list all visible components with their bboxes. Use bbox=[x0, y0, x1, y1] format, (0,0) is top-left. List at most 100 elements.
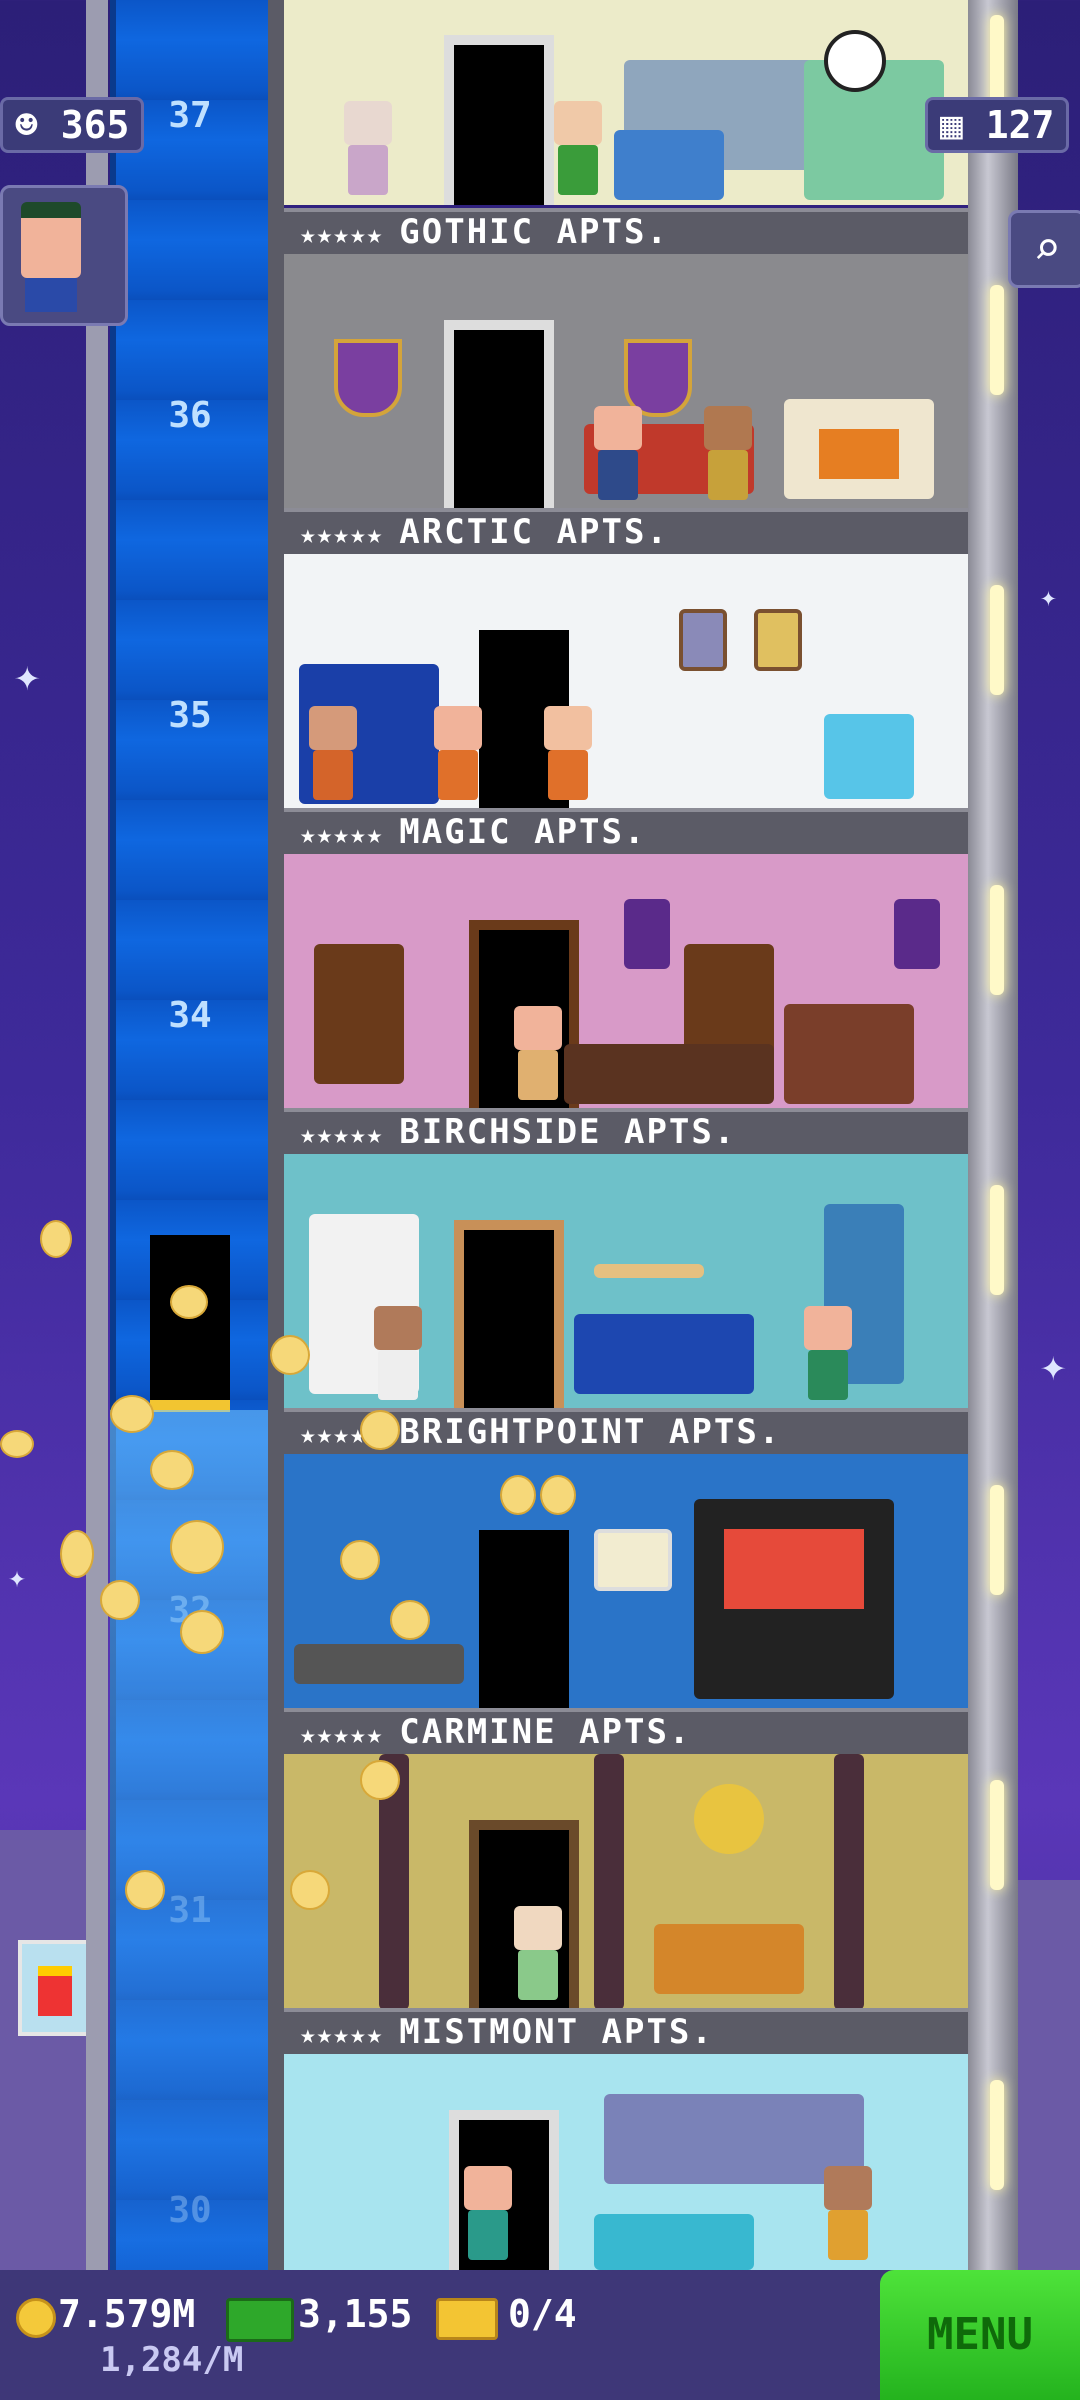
picture-frame bbox=[594, 1529, 672, 1591]
tower-light bbox=[990, 585, 1004, 695]
floor-label: ★★★★★ CARMINE APTS. bbox=[284, 1708, 968, 1754]
door bbox=[444, 35, 554, 205]
ticket-icon bbox=[436, 2298, 498, 2340]
fries-billboard bbox=[18, 1940, 92, 2036]
tower-light bbox=[990, 1780, 1004, 1890]
coin-particle bbox=[110, 1395, 154, 1433]
fireplace bbox=[784, 1004, 914, 1104]
entertainment-center bbox=[694, 1499, 894, 1699]
coin-particle bbox=[270, 1335, 310, 1375]
tower-pillar bbox=[86, 0, 108, 2270]
sofa bbox=[594, 2214, 754, 2270]
resident[interactable] bbox=[824, 2166, 872, 2266]
resident[interactable] bbox=[464, 2166, 512, 2266]
rating-stars: ★★★★★ bbox=[300, 220, 384, 250]
picture-frame bbox=[679, 609, 727, 671]
star-decoration: ✦ bbox=[1040, 1340, 1067, 1391]
tower-light bbox=[990, 1485, 1004, 1595]
coin-particle bbox=[100, 1580, 140, 1620]
coin-particle bbox=[360, 1410, 400, 1450]
door bbox=[444, 320, 554, 510]
banner bbox=[624, 899, 670, 969]
coin-particle bbox=[390, 1600, 430, 1640]
magnifier-icon[interactable]: ⌕ bbox=[1008, 210, 1080, 288]
rating-stars: ★★★★★ bbox=[300, 820, 384, 850]
pillar bbox=[594, 1754, 624, 2010]
coin-particle bbox=[40, 1220, 72, 1258]
chandelier bbox=[694, 1784, 764, 1854]
coin-particle bbox=[125, 1870, 165, 1910]
resident[interactable] bbox=[374, 1306, 422, 1406]
coin-particle bbox=[170, 1285, 208, 1319]
shield-icon bbox=[334, 339, 402, 417]
floor-36-room[interactable] bbox=[284, 254, 968, 510]
city-building bbox=[1018, 1880, 1080, 2270]
coin-particle bbox=[170, 1520, 224, 1574]
resident[interactable] bbox=[594, 406, 642, 506]
star-decoration: ✦ bbox=[1040, 580, 1057, 613]
floor-number-35: 35 bbox=[168, 695, 212, 736]
floor-number-36: 36 bbox=[168, 395, 212, 436]
population-counter[interactable]: ☻ 365 bbox=[0, 97, 145, 153]
floor-34-room[interactable] bbox=[284, 854, 968, 1110]
floor-name: ARCTIC APTS. bbox=[399, 512, 669, 552]
rating-stars: ★★★★★ bbox=[300, 2020, 384, 2050]
coin-icon bbox=[16, 2298, 56, 2338]
banner bbox=[894, 899, 940, 969]
rating-stars: ★★★★★ bbox=[300, 1120, 384, 1150]
coin-particle bbox=[0, 1430, 34, 1458]
resident[interactable] bbox=[704, 406, 752, 506]
population-value: 365 bbox=[60, 103, 130, 147]
resident[interactable] bbox=[514, 1006, 562, 1106]
clock-icon bbox=[824, 30, 886, 92]
bed bbox=[654, 1924, 804, 1994]
elevator-car[interactable] bbox=[150, 1235, 230, 1412]
resident[interactable] bbox=[804, 1306, 852, 1406]
tickets-value: 0/4 bbox=[508, 2292, 577, 2336]
floor-label: ★★★★★ ARCTIC APTS. bbox=[284, 508, 968, 554]
pillar bbox=[834, 1754, 864, 2010]
floor-counter[interactable]: ▦ 127 bbox=[925, 97, 1070, 153]
floor-37-room[interactable] bbox=[284, 0, 968, 205]
tower-light bbox=[990, 2080, 1004, 2190]
star-decoration: ✦ bbox=[14, 650, 41, 701]
table bbox=[564, 1044, 774, 1104]
resident[interactable] bbox=[514, 1906, 562, 2006]
tower-light bbox=[990, 885, 1004, 995]
floor-name: CARMINE APTS. bbox=[399, 1712, 692, 1752]
armchair bbox=[824, 714, 914, 799]
floor-name: MAGIC APTS. bbox=[399, 812, 647, 852]
building-icon: ▦ bbox=[940, 103, 963, 147]
door bbox=[454, 1220, 564, 1410]
chairs bbox=[294, 1644, 464, 1684]
coin-rate: 1,284/M bbox=[100, 2340, 244, 2380]
floor-32-room[interactable] bbox=[284, 1454, 968, 1710]
star-decoration: ✦ bbox=[8, 1560, 27, 1595]
floor-name: MISTMONT APTS. bbox=[399, 2012, 714, 2052]
picture-frame bbox=[754, 609, 802, 671]
floor-number-34: 34 bbox=[168, 995, 212, 1036]
coins-value: 7.579M bbox=[58, 2292, 196, 2336]
resident[interactable] bbox=[434, 706, 482, 806]
floor-name: BIRCHSIDE APTS. bbox=[399, 1112, 737, 1152]
door bbox=[469, 1520, 579, 1710]
coin-particle bbox=[500, 1475, 536, 1515]
floor-30-room[interactable] bbox=[284, 2054, 968, 2270]
menu-button[interactable]: MENU bbox=[880, 2270, 1080, 2400]
coin-particle bbox=[360, 1760, 400, 1800]
coin-particle bbox=[150, 1450, 194, 1490]
resident[interactable] bbox=[309, 706, 357, 806]
tower-light bbox=[990, 285, 1004, 395]
fireplace bbox=[784, 399, 934, 499]
floor-35-room[interactable] bbox=[284, 554, 968, 810]
city-building bbox=[0, 1830, 86, 2270]
floor-label: ★★★★★ MISTMONT APTS. bbox=[284, 2008, 968, 2054]
sofa bbox=[574, 1314, 754, 1394]
resident[interactable] bbox=[544, 706, 592, 806]
floor-label: ★★★★★ GOTHIC APTS. bbox=[284, 208, 968, 254]
resident[interactable] bbox=[344, 101, 392, 201]
vip-visitor-avatar[interactable] bbox=[0, 185, 128, 326]
tower-wall-left bbox=[268, 0, 284, 2270]
resident[interactable] bbox=[554, 101, 602, 201]
floor-33-room[interactable] bbox=[284, 1154, 968, 1410]
